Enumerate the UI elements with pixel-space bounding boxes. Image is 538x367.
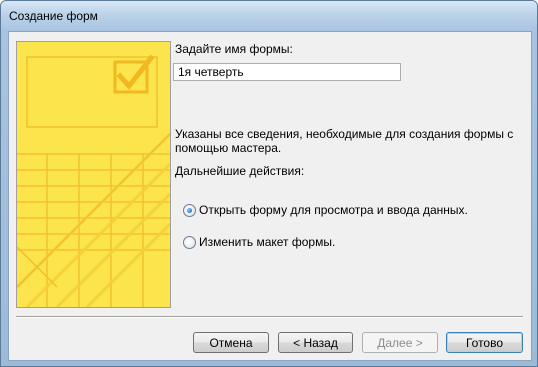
finish-button[interactable]: Готово	[446, 332, 523, 353]
wizard-illustration	[16, 41, 171, 308]
info-text-line1: Указаны все сведения, необходимые для со…	[175, 127, 514, 141]
modify-layout-radio[interactable]	[183, 235, 196, 249]
open-form-radio[interactable]	[183, 203, 196, 217]
back-button[interactable]: < Назад	[278, 332, 353, 353]
form-wizard-illustration-icon	[17, 42, 170, 307]
separator-line	[16, 316, 523, 318]
next-actions-label: Дальнейшие действия:	[175, 164, 305, 178]
cancel-button[interactable]: Отмена	[193, 332, 269, 353]
form-name-label: Задайте имя формы:	[175, 42, 293, 56]
modify-layout-label: Изменить макет формы.	[199, 235, 336, 249]
title-bar[interactable]: Создание форм	[1, 1, 537, 31]
window-title: Создание форм	[9, 9, 98, 23]
open-form-label: Открыть форму для просмотра и ввода данн…	[199, 203, 468, 217]
modify-layout-option[interactable]: Изменить макет формы.	[183, 235, 335, 249]
wizard-client-area: Задайте имя формы: Указаны все сведения,…	[8, 31, 532, 361]
wizard-window: Создание форм Задайте имя формы: 1я четв…	[0, 0, 538, 367]
info-text-line2: помощью мастера.	[175, 141, 282, 155]
form-name-input[interactable]	[173, 63, 401, 81]
open-form-option[interactable]: Открыть форму для просмотра и ввода данн…	[183, 203, 468, 217]
next-button[interactable]: Далее >	[362, 332, 438, 353]
